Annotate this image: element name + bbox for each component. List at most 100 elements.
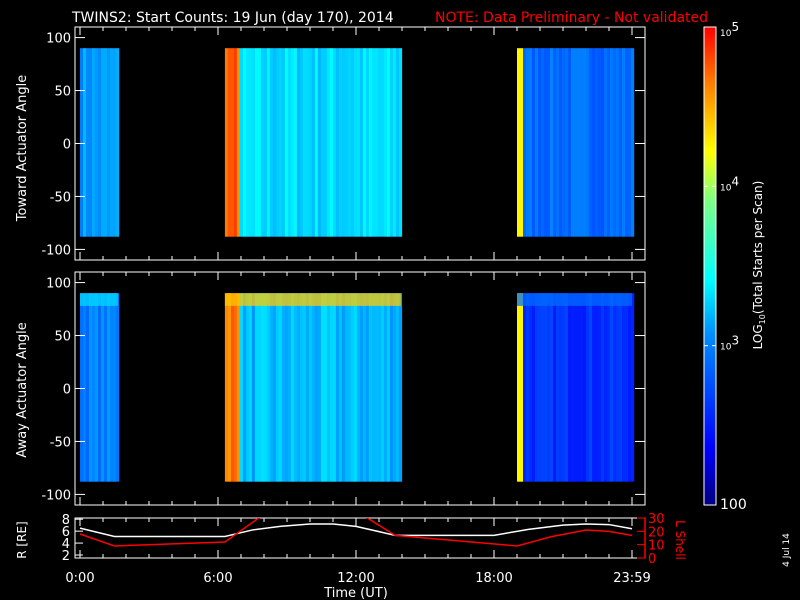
- heatmap-column: [550, 293, 554, 482]
- heatmap-column: [547, 48, 551, 237]
- colorbar: [703, 26, 717, 506]
- heatmap-column: [98, 48, 102, 237]
- heatmap-column: [344, 293, 349, 482]
- heatmap-column: [326, 48, 331, 237]
- heatmap-column: [347, 293, 352, 482]
- heatmap-column: [574, 293, 578, 482]
- ytick-label: 50: [54, 85, 71, 100]
- heatmap-column: [565, 293, 569, 482]
- heatmap-column: [383, 48, 388, 237]
- heatmap-column: [227, 48, 232, 237]
- heatmap-column: [580, 48, 584, 237]
- heatmap-column: [532, 293, 536, 482]
- lshell-tick-label: 0: [648, 552, 656, 567]
- heatmap-column: [308, 293, 313, 482]
- orbit-panel-frame: [74, 517, 646, 559]
- heatmap-column: [305, 48, 310, 237]
- heatmap-column: [254, 48, 259, 237]
- heatmap-column: [392, 48, 397, 237]
- heatmap-column: [242, 293, 247, 482]
- heatmap-column: [233, 48, 238, 237]
- heatmap-column: [517, 48, 521, 237]
- heatmap-column: [526, 48, 530, 237]
- heatmap-column: [386, 48, 391, 237]
- heatmap-column: [568, 48, 572, 237]
- heatmap-column: [559, 293, 563, 482]
- heatmap-band: [224, 293, 401, 306]
- heatmap-column: [535, 293, 539, 482]
- xtick-label: 6:00: [203, 571, 232, 586]
- heatmap-column: [281, 48, 286, 237]
- date-stamp: 4 Jul 14: [782, 533, 792, 567]
- heatmap-column: [290, 293, 295, 482]
- heatmap-column: [257, 293, 262, 482]
- heatmap-column: [101, 293, 105, 482]
- ytick-label: 100: [46, 277, 71, 292]
- heatmap-column: [251, 48, 256, 237]
- heatmap-column: [374, 48, 379, 237]
- heatmap-column: [371, 293, 376, 482]
- heatmap-column: [619, 293, 623, 482]
- heatmap-column: [278, 48, 283, 237]
- heatmap-column: [230, 293, 235, 482]
- heatmap-column: [80, 293, 84, 482]
- heatmap-column: [604, 293, 608, 482]
- heatmap-column: [254, 293, 259, 482]
- heatmap-column: [236, 293, 241, 482]
- heatmap-column: [583, 48, 587, 237]
- heatmap-column: [592, 293, 596, 482]
- heatmap-column: [245, 293, 250, 482]
- heatmap-column: [553, 293, 557, 482]
- away-ylabel: Away Actuator Angle: [15, 322, 30, 457]
- ytick-label: 100: [46, 32, 71, 47]
- heatmap-column: [98, 293, 102, 482]
- heatmap-column: [296, 293, 301, 482]
- heatmap-column: [389, 48, 394, 237]
- heatmap-column: [529, 48, 533, 237]
- heatmap-column: [553, 48, 557, 237]
- heatmap-column: [317, 48, 322, 237]
- heatmap-column: [538, 293, 542, 482]
- heatmap-column: [395, 293, 400, 482]
- heatmap-column: [338, 48, 343, 237]
- heatmap-column: [523, 293, 527, 482]
- heatmap-column: [574, 48, 578, 237]
- heatmap-column: [595, 48, 599, 237]
- heatmap-column: [550, 48, 554, 237]
- heatmap-column: [113, 293, 117, 482]
- heatmap-column: [356, 48, 361, 237]
- heatmap-column: [589, 48, 593, 237]
- heatmap-column: [377, 48, 382, 237]
- heatmap-column: [523, 48, 527, 237]
- plot-title: TWINS2: Start Counts: 19 Jun (day 170), …: [71, 10, 394, 26]
- heatmap-column: [338, 293, 343, 482]
- colorbar-tick-label: 104: [720, 174, 739, 193]
- heatmap-column: [92, 293, 96, 482]
- heatmap-column: [344, 48, 349, 237]
- heatmap-column: [227, 293, 232, 482]
- xtick-label: 0:00: [65, 571, 94, 586]
- heatmap-column: [341, 293, 346, 482]
- heatmap-column: [302, 293, 307, 482]
- heatmap-column: [562, 48, 566, 237]
- heatmap-column: [83, 293, 87, 482]
- heatmap-column: [607, 48, 611, 237]
- colorbar-label: LOG10(Total Starts per Scan): [751, 181, 767, 350]
- ytick-label: 50: [54, 330, 71, 345]
- heatmap-column: [230, 48, 235, 237]
- heatmap-column: [538, 48, 542, 237]
- heatmap-column: [110, 293, 114, 482]
- heatmap-column: [332, 293, 337, 482]
- heatmap-column: [314, 48, 319, 237]
- heatmap-column: [583, 293, 587, 482]
- heatmap-column: [287, 293, 292, 482]
- heatmap-column: [107, 293, 111, 482]
- toward-ylabel: Toward Actuator Angle: [15, 75, 30, 222]
- heatmap-column: [610, 293, 614, 482]
- heatmap-column: [260, 293, 265, 482]
- heatmap-column: [311, 48, 316, 237]
- heatmap-column: [541, 293, 545, 482]
- heatmap-column: [341, 48, 346, 237]
- heatmap-column: [362, 48, 367, 237]
- colorbar-tick-label: 103: [720, 334, 739, 353]
